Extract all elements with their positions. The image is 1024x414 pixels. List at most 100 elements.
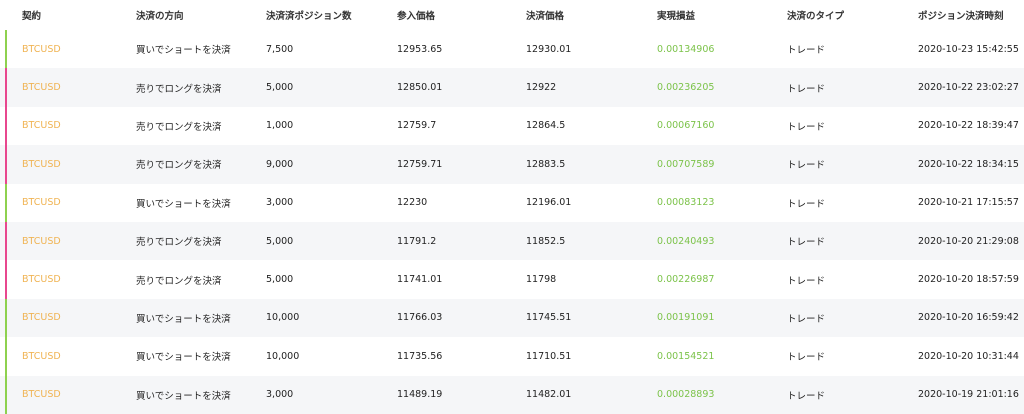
- pnl-cell: 0.00154521: [657, 350, 715, 362]
- side-marker: [5, 221, 7, 261]
- table-row[interactable]: BTCUSD 買いでショートを決済 10,000 11735.56 11710.…: [0, 337, 1024, 376]
- table-row[interactable]: BTCUSD 買いでショートを決済 7,500 12953.65 12930.0…: [0, 30, 1024, 69]
- table-row[interactable]: BTCUSD 売りでロングを決済 5,000 12850.01 12922 0.…: [0, 68, 1024, 107]
- entry-price-cell: 11791.2: [397, 235, 437, 247]
- close-type-cell: トレード: [787, 352, 826, 364]
- side-marker: [5, 68, 7, 107]
- close-time-cell: 2020-10-22 18:39:47: [918, 120, 1019, 132]
- header-direction[interactable]: 決済の方向: [136, 8, 184, 22]
- header-close-time[interactable]: ポジション決済時刻: [918, 8, 1004, 22]
- direction-cell: 売りでロングを決済: [136, 121, 222, 133]
- qty-cell: 10,000: [266, 312, 300, 324]
- contract-link[interactable]: BTCUSD: [22, 389, 61, 400]
- qty-cell: 3,000: [266, 389, 294, 401]
- close-time-cell: 2020-10-19 21:01:16: [918, 389, 1019, 401]
- header-realized-pnl[interactable]: 実現損益: [657, 8, 695, 22]
- qty-cell: 3,000: [266, 197, 294, 209]
- header-exit-price[interactable]: 決済価格: [526, 8, 564, 22]
- contract-link[interactable]: BTCUSD: [22, 274, 61, 285]
- exit-price-cell: 12864.5: [526, 120, 566, 132]
- close-time-cell: 2020-10-20 18:57:59: [918, 274, 1019, 286]
- entry-price-cell: 11741.01: [397, 274, 443, 286]
- contract-link[interactable]: BTCUSD: [22, 120, 61, 131]
- pnl-cell: 0.00707589: [657, 158, 715, 170]
- table-header: 契約 決済の方向 決済済ポジション数 参入価格 決済価格 実現損益 決済のタイプ…: [0, 0, 1024, 30]
- exit-price-cell: 11745.51: [526, 312, 572, 324]
- close-time-cell: 2020-10-20 16:59:42: [918, 312, 1019, 324]
- close-type-cell: トレード: [787, 198, 826, 210]
- entry-price-cell: 11735.56: [397, 350, 443, 362]
- close-type-cell: トレード: [787, 160, 826, 172]
- contract-link[interactable]: BTCUSD: [22, 312, 61, 323]
- side-marker: [5, 337, 7, 376]
- qty-cell: 5,000: [266, 82, 294, 94]
- contract-link[interactable]: BTCUSD: [22, 44, 61, 55]
- qty-cell: 5,000: [266, 274, 294, 286]
- entry-price-cell: 11489.19: [397, 389, 443, 401]
- pnl-cell: 0.00240493: [657, 235, 715, 247]
- exit-price-cell: 11482.01: [526, 389, 572, 401]
- entry-price-cell: 12230: [397, 197, 428, 209]
- close-time-cell: 2020-10-22 18:34:15: [918, 158, 1019, 170]
- contract-link[interactable]: BTCUSD: [22, 82, 61, 93]
- direction-cell: 売りでロングを決済: [136, 275, 222, 287]
- qty-cell: 10,000: [266, 350, 300, 362]
- table-row[interactable]: BTCUSD 売りでロングを決済 9,000 12759.71 12883.5 …: [0, 145, 1024, 184]
- header-contract[interactable]: 契約: [22, 8, 41, 22]
- table-row[interactable]: BTCUSD 買いでショートを決済 3,000 11489.19 11482.0…: [0, 375, 1024, 414]
- header-close-type[interactable]: 決済のタイプ: [787, 8, 844, 22]
- close-time-cell: 2020-10-20 10:31:44: [918, 350, 1019, 362]
- direction-cell: 買いでショートを決済: [136, 45, 231, 57]
- exit-price-cell: 12883.5: [526, 158, 566, 170]
- close-time-cell: 2020-10-23 15:42:55: [918, 43, 1019, 55]
- pnl-cell: 0.00028893: [657, 389, 715, 401]
- close-type-cell: トレード: [787, 275, 826, 287]
- exit-price-cell: 11798: [526, 274, 557, 286]
- close-time-cell: 2020-10-20 21:29:08: [918, 235, 1019, 247]
- close-type-cell: トレード: [787, 313, 826, 325]
- table-row[interactable]: BTCUSD 買いでショートを決済 3,000 12230 12196.01 0…: [0, 183, 1024, 222]
- side-marker: [5, 298, 7, 338]
- header-entry-price[interactable]: 参入価格: [397, 8, 435, 22]
- exit-price-cell: 12930.01: [526, 43, 572, 55]
- direction-cell: 買いでショートを決済: [136, 352, 231, 364]
- contract-link[interactable]: BTCUSD: [22, 236, 61, 247]
- contract-link[interactable]: BTCUSD: [22, 351, 61, 362]
- table-row[interactable]: BTCUSD 売りでロングを決済 5,000 11791.2 11852.5 0…: [0, 221, 1024, 261]
- close-time-cell: 2020-10-22 23:02:27: [918, 82, 1019, 94]
- close-type-cell: トレード: [787, 390, 826, 402]
- direction-cell: 売りでロングを決済: [136, 160, 222, 172]
- entry-price-cell: 12850.01: [397, 82, 443, 94]
- exit-price-cell: 11852.5: [526, 235, 566, 247]
- side-marker: [5, 145, 7, 184]
- header-closed-qty[interactable]: 決済済ポジション数: [266, 8, 352, 22]
- close-type-cell: トレード: [787, 237, 826, 249]
- exit-price-cell: 12196.01: [526, 197, 572, 209]
- closed-positions-table: 契約 決済の方向 決済済ポジション数 参入価格 決済価格 実現損益 決済のタイプ…: [0, 0, 1024, 414]
- pnl-cell: 0.00067160: [657, 120, 715, 132]
- side-marker: [5, 30, 7, 69]
- qty-cell: 5,000: [266, 235, 294, 247]
- direction-cell: 売りでロングを決済: [136, 237, 222, 249]
- contract-link[interactable]: BTCUSD: [22, 159, 61, 170]
- table-row[interactable]: BTCUSD 売りでロングを決済 1,000 12759.7 12864.5 0…: [0, 106, 1024, 146]
- table-body: BTCUSD 買いでショートを決済 7,500 12953.65 12930.0…: [0, 30, 1024, 414]
- direction-cell: 売りでロングを決済: [136, 83, 222, 95]
- direction-cell: 買いでショートを決済: [136, 390, 231, 402]
- direction-cell: 買いでショートを決済: [136, 313, 231, 325]
- close-type-cell: トレード: [787, 83, 826, 95]
- table-row[interactable]: BTCUSD 売りでロングを決済 5,000 11741.01 11798 0.…: [0, 260, 1024, 299]
- close-type-cell: トレード: [787, 121, 826, 133]
- pnl-cell: 0.00083123: [657, 197, 715, 209]
- qty-cell: 1,000: [266, 120, 294, 132]
- side-marker: [5, 183, 7, 222]
- contract-link[interactable]: BTCUSD: [22, 197, 61, 208]
- exit-price-cell: 12922: [526, 82, 557, 94]
- direction-cell: 買いでショートを決済: [136, 198, 231, 210]
- close-time-cell: 2020-10-21 17:15:57: [918, 197, 1019, 209]
- exit-price-cell: 11710.51: [526, 350, 572, 362]
- close-type-cell: トレード: [787, 45, 826, 57]
- table-row[interactable]: BTCUSD 買いでショートを決済 10,000 11766.03 11745.…: [0, 298, 1024, 338]
- side-marker: [5, 260, 7, 299]
- qty-cell: 9,000: [266, 158, 294, 170]
